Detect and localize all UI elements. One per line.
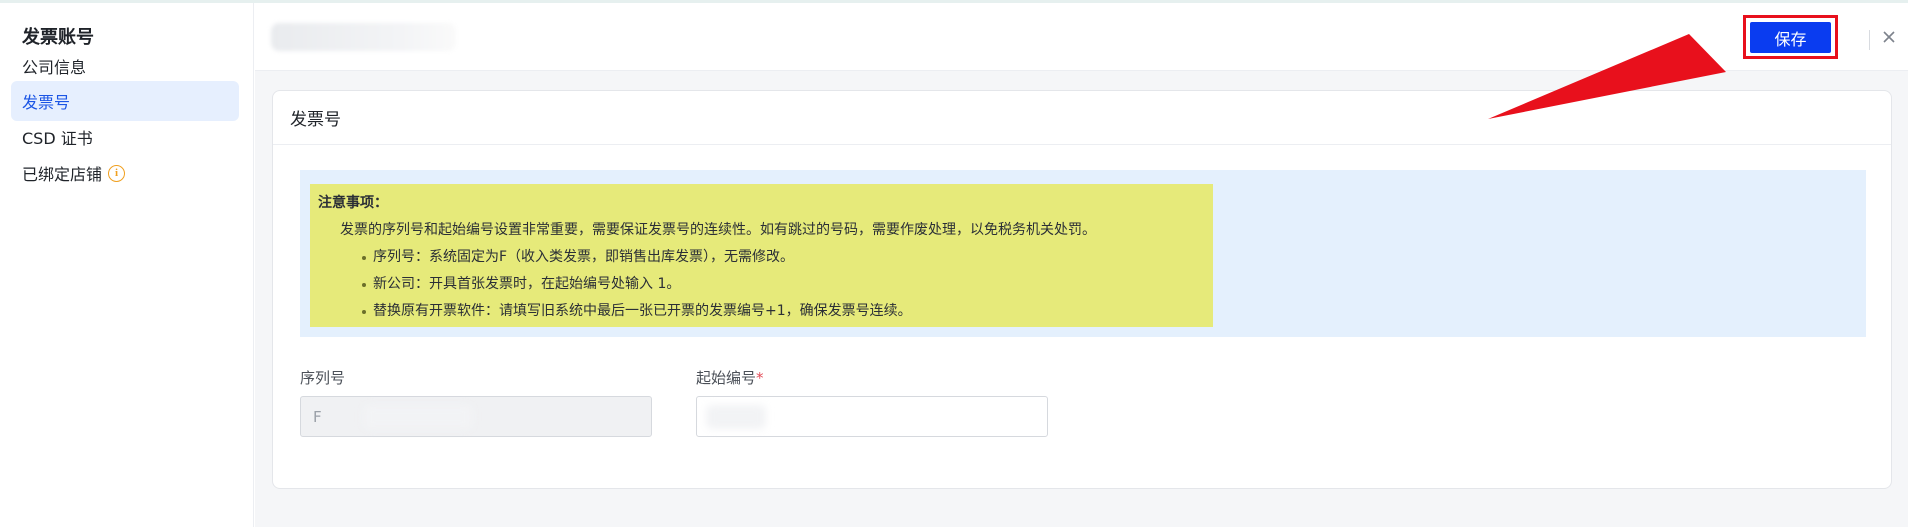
main-area: 保存 发票号 注意事项： 发票的序列号和起始编号设置非常重要，需要保证发票号的连… bbox=[255, 3, 1908, 527]
notice-highlight: 注意事项： 发票的序列号和起始编号设置非常重要，需要保证发票号的连续性。如有跳过… bbox=[310, 184, 1213, 327]
redacted-account-title bbox=[271, 23, 456, 51]
sidebar-item-csd-certificate[interactable]: CSD 证书 bbox=[11, 117, 239, 157]
notice-title: 注意事项： bbox=[318, 195, 388, 211]
sidebar-item-invoice-number[interactable]: 发票号 bbox=[11, 81, 239, 121]
sidebar: 发票账号 公司信息 发票号 CSD 证书 已绑定店铺 i bbox=[0, 3, 254, 527]
sidebar-item-bound-stores[interactable]: 已绑定店铺 i bbox=[11, 153, 239, 193]
sidebar-item-company-info[interactable]: 公司信息 bbox=[11, 46, 239, 86]
notice-item: 替换原有开票软件：请填写旧系统中最后一张已开票的发票编号+1，确保发票号连续。 bbox=[318, 298, 1205, 325]
required-mark: * bbox=[756, 369, 764, 387]
topbar: 保存 bbox=[255, 3, 1908, 71]
sidebar-item-label: 公司信息 bbox=[22, 58, 87, 77]
card-title: 发票号 bbox=[273, 91, 1891, 145]
save-button[interactable]: 保存 bbox=[1750, 22, 1831, 53]
notice-box: 注意事项： 发票的序列号和起始编号设置非常重要，需要保证发票号的连续性。如有跳过… bbox=[300, 170, 1866, 337]
start-number-label: 起始编号* bbox=[696, 369, 764, 387]
sidebar-item-label: CSD 证书 bbox=[22, 129, 93, 148]
toolbar-divider bbox=[1869, 30, 1870, 50]
redacted-start-number bbox=[706, 405, 766, 429]
sidebar-item-label: 发票号 bbox=[22, 93, 71, 112]
notice-item: 新公司：开具首张发票时，在起始编号处输入 1。 bbox=[318, 271, 1205, 298]
sidebar-item-label: 已绑定店铺 bbox=[22, 165, 103, 184]
close-icon[interactable] bbox=[1877, 25, 1901, 49]
invoice-number-card: 发票号 注意事项： 发票的序列号和起始编号设置非常重要，需要保证发票号的连续性。… bbox=[272, 90, 1892, 489]
redacted-serial-extra bbox=[363, 405, 473, 429]
notice-description: 发票的序列号和起始编号设置非常重要，需要保证发票号的连续性。如有跳过的号码，需要… bbox=[340, 222, 1096, 238]
serial-input bbox=[300, 396, 652, 437]
notice-item: 序列号：系统固定为F（收入类发票，即销售出库发票），无需修改。 bbox=[318, 244, 1205, 271]
info-icon[interactable]: i bbox=[108, 164, 126, 182]
serial-label: 序列号 bbox=[300, 369, 346, 387]
